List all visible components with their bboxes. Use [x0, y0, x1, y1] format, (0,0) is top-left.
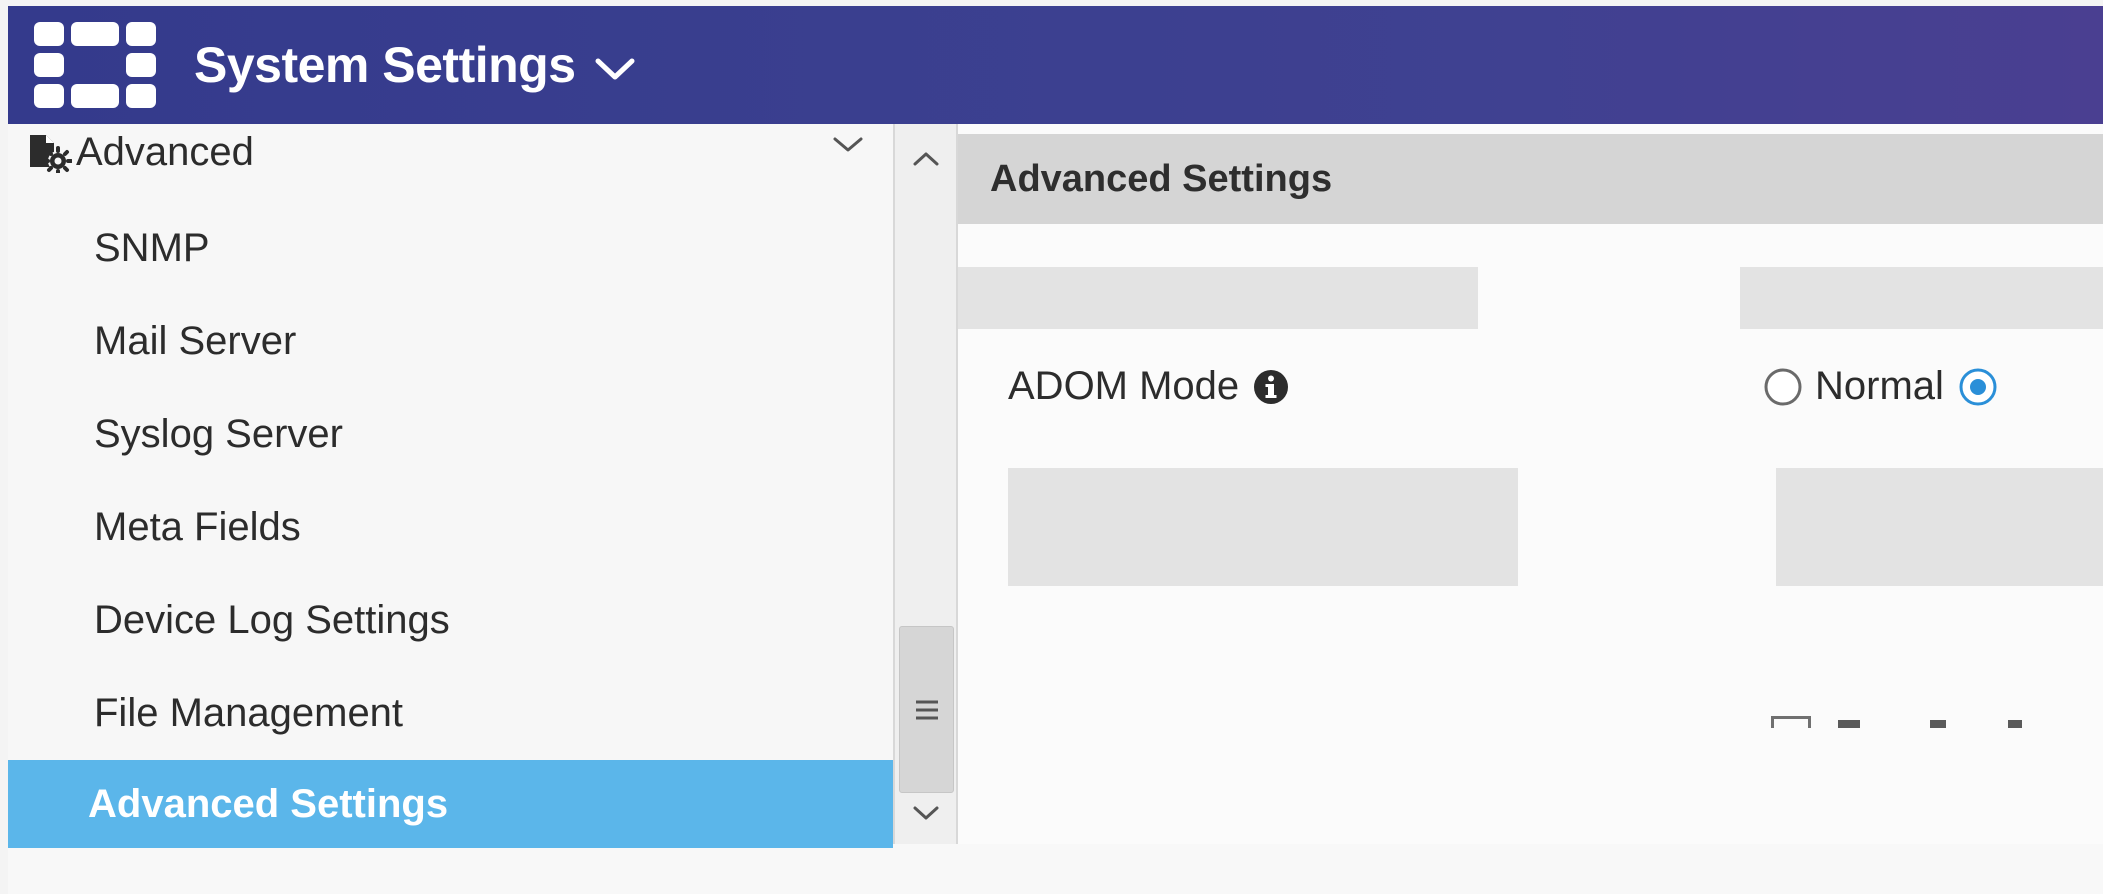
content-titlebar: Advanced Settings — [958, 134, 2103, 224]
main-content: Advanced Settings ADOM Mode Normal — [958, 124, 2103, 844]
sidebar-item-mail-server[interactable]: Mail Server — [8, 295, 893, 388]
sidebar-item-advanced-settings[interactable]: Advanced Settings — [8, 760, 893, 848]
radio-normal-label: Normal — [1815, 364, 1944, 408]
sidebar-item-file-management[interactable]: File Management — [8, 667, 893, 760]
sidebar-nav-list: SNMP Mail Server Syslog Server Meta Fiel… — [8, 202, 893, 848]
adom-mode-radio-group: Normal — [1763, 364, 1998, 409]
scroll-up-button[interactable] — [895, 134, 956, 184]
sidebar-item-syslog-server[interactable]: Syslog Server — [8, 388, 893, 481]
scroll-down-button[interactable] — [895, 788, 956, 838]
scrollbar-thumb[interactable] — [899, 626, 954, 793]
adom-mode-row: ADOM Mode — [1008, 364, 1289, 409]
masked-field-label — [958, 267, 1478, 329]
radio-normal[interactable] — [1763, 367, 1803, 407]
fortinet-logo-icon[interactable] — [34, 22, 156, 108]
adom-mode-label: ADOM Mode — [1008, 364, 1240, 408]
hamburger-grip-icon — [915, 700, 938, 719]
sidebar-item-snmp[interactable]: SNMP — [8, 202, 893, 295]
sidebar-item-meta-fields[interactable]: Meta Fields — [8, 481, 893, 574]
sidebar-scrollbar[interactable] — [893, 124, 958, 844]
radio-selected-option[interactable] — [1958, 367, 1998, 407]
app-window: System Settings Advanced SNMP Mail Serve… — [8, 6, 2103, 894]
masked-block-left — [1008, 468, 1518, 586]
sidebar-item-device-log-settings[interactable]: Device Log Settings — [8, 574, 893, 667]
cropped-text-fragment — [2008, 720, 2022, 728]
sidebar-group-advanced[interactable]: Advanced — [8, 124, 893, 180]
masked-field-value — [1740, 267, 2103, 329]
sidebar-group-label: Advanced — [76, 129, 254, 174]
chevron-up-icon — [913, 152, 938, 166]
header-title: System Settings — [194, 37, 576, 93]
system-settings-menu[interactable]: System Settings — [194, 36, 636, 94]
cropped-text-fragment — [1838, 720, 1860, 728]
chevron-down-icon — [595, 58, 635, 80]
cropped-text-fragment — [1930, 720, 1946, 728]
partial-checkbox[interactable] — [1771, 716, 1811, 728]
masked-block-right — [1776, 468, 2103, 586]
top-header: System Settings — [8, 6, 2103, 124]
info-icon[interactable] — [1253, 369, 1289, 405]
chevron-down-icon[interactable] — [831, 134, 865, 156]
advanced-settings-icon — [30, 135, 72, 173]
page-title: Advanced Settings — [990, 157, 1333, 200]
chevron-down-icon — [913, 806, 938, 820]
sidebar: Advanced SNMP Mail Server Syslog Server … — [8, 124, 893, 848]
